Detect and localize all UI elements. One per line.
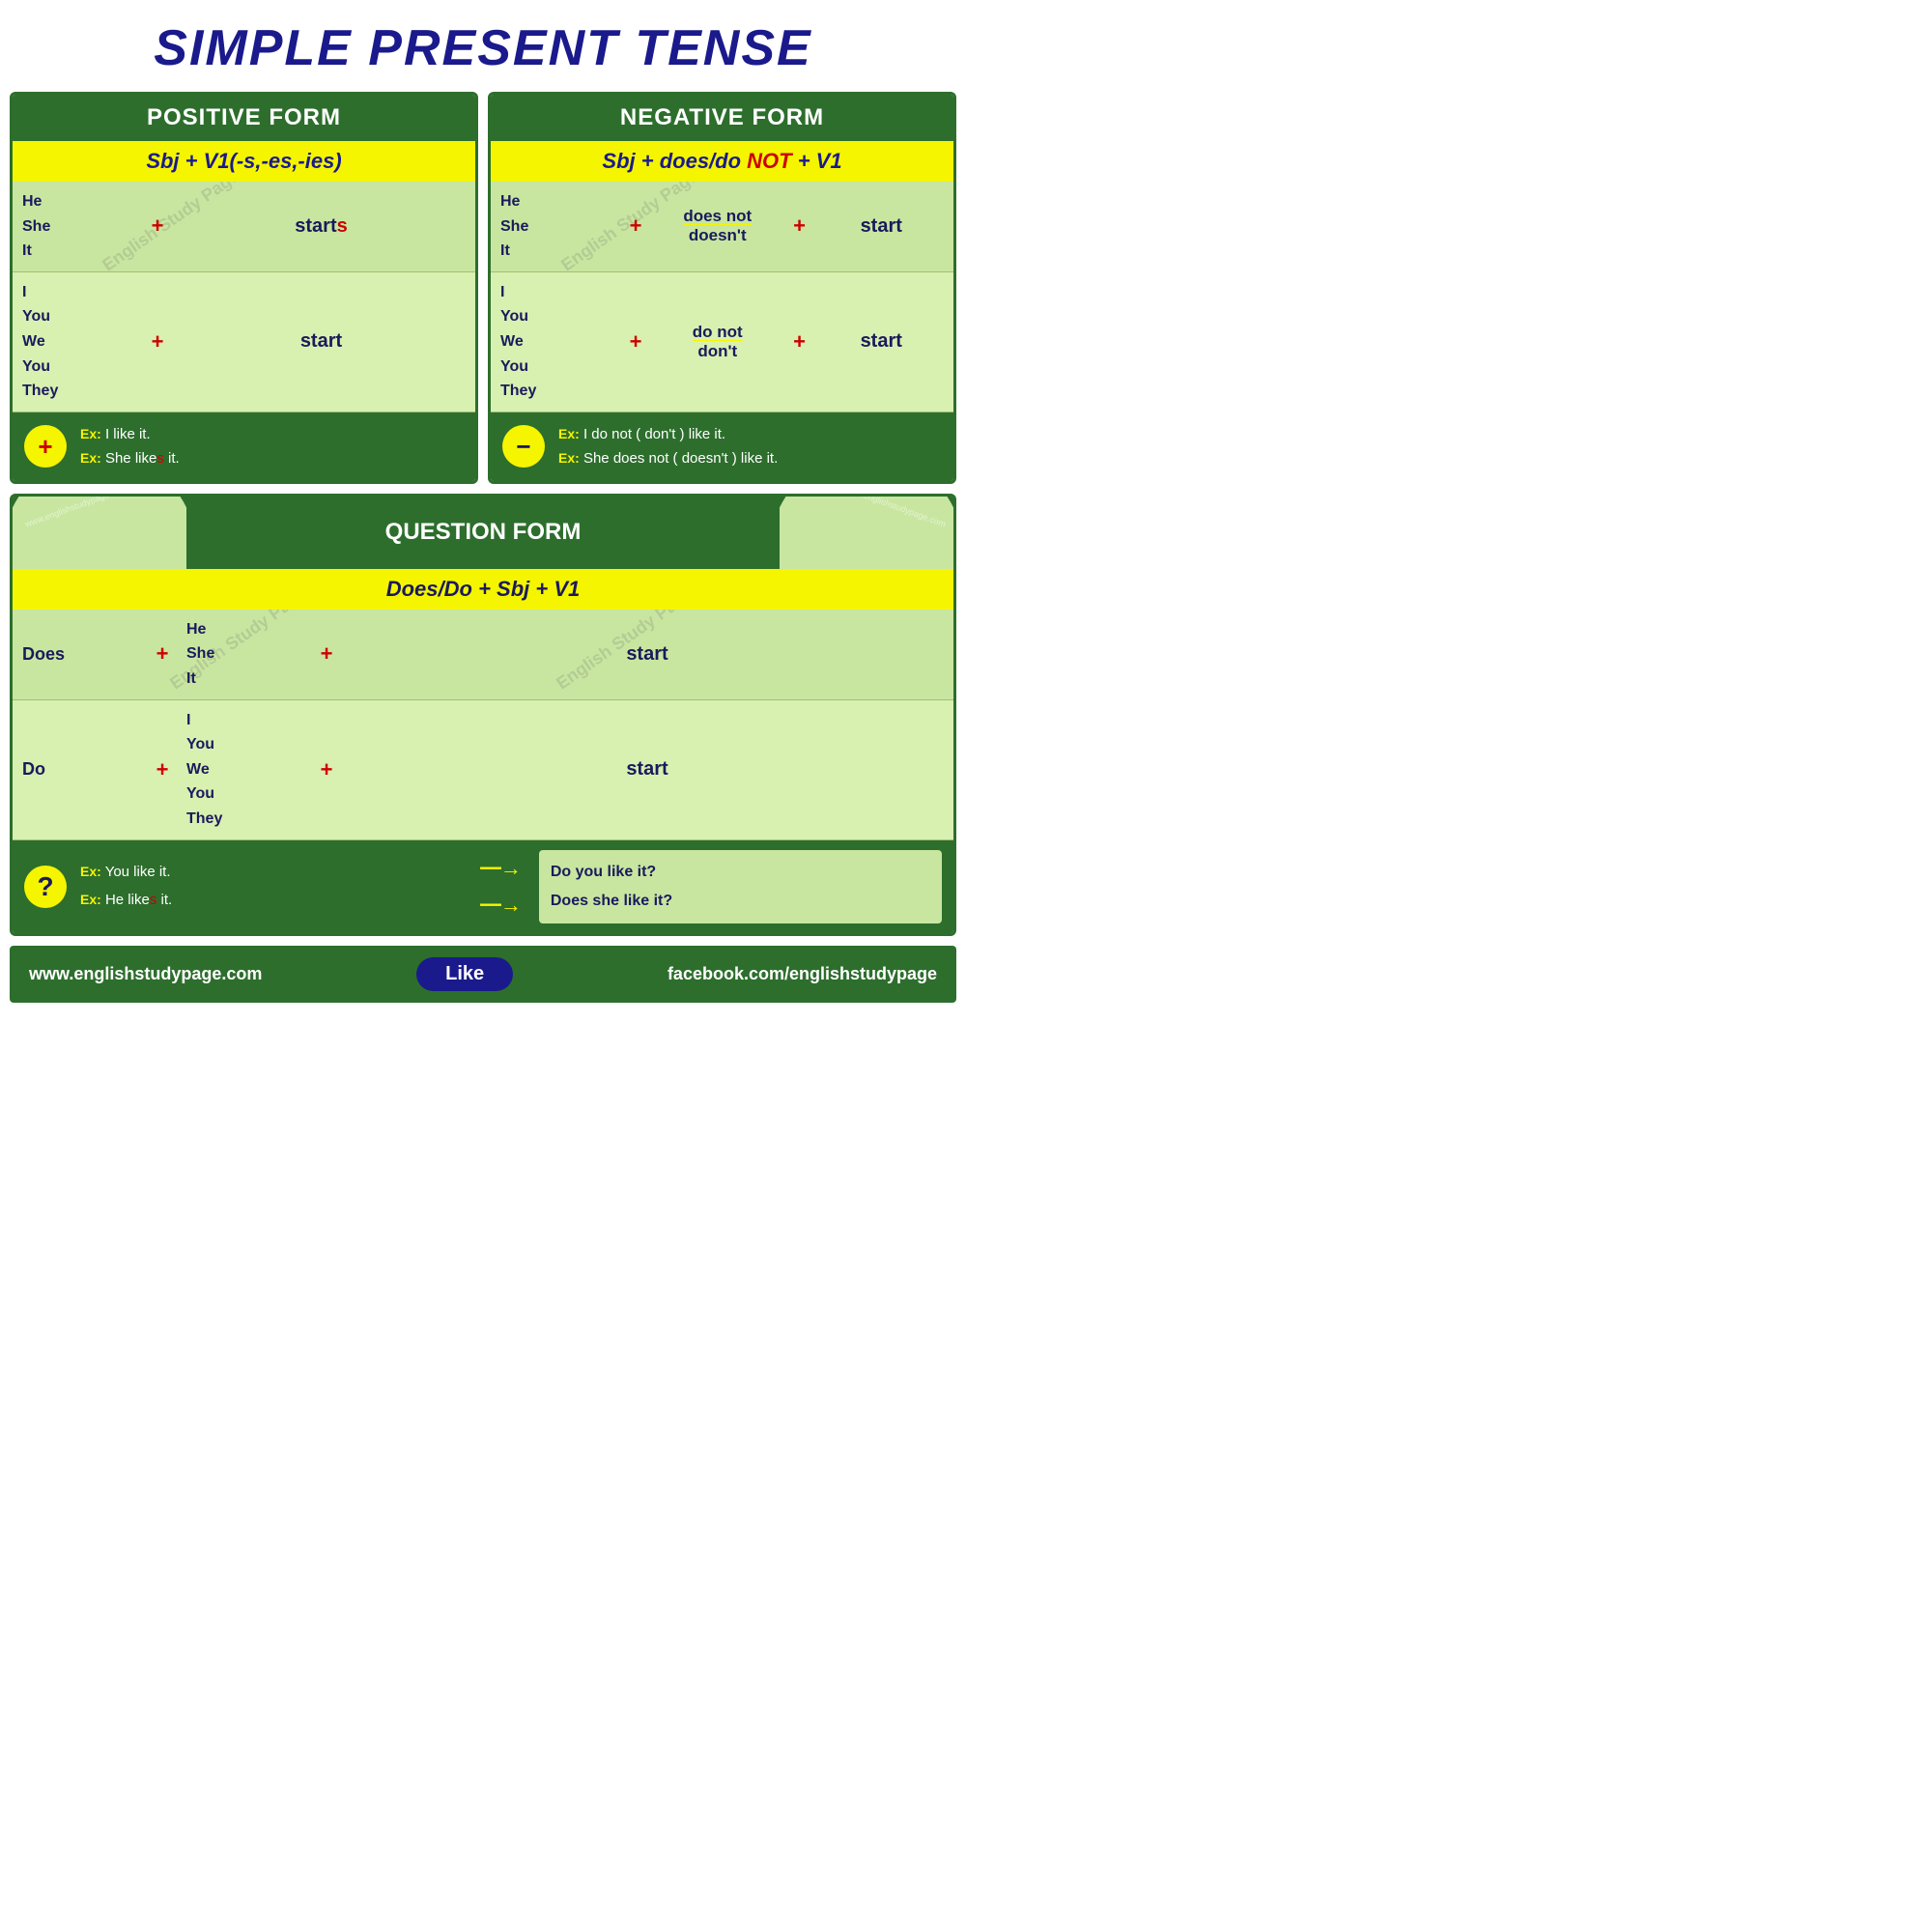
positive-header: POSITIVE FORM xyxy=(13,95,475,141)
negative-formula: Sbj + does/do NOT + V1 xyxy=(491,141,953,182)
q-ex-label-2: Ex: xyxy=(80,892,101,907)
arch-right: www.englishstudypage.com xyxy=(780,497,953,569)
neg-subject-he-she-it: HeSheIt xyxy=(500,189,616,264)
neg-plus-3: + xyxy=(616,329,655,355)
q-examples-left: Ex: You like it. Ex: He likes it. xyxy=(80,859,460,914)
arrow-1: −−→ xyxy=(479,856,520,881)
positive-formula-text: Sbj + V1(-s,-es,-ies) xyxy=(146,149,341,173)
does-not-text: does not xyxy=(655,207,781,226)
positive-example-bar: + Ex: I like it. Ex: She likes it. xyxy=(13,412,475,481)
plus-badge: + xyxy=(24,425,67,468)
question-formula-text: Does/Do + Sbj + V1 xyxy=(386,577,581,601)
question-example-bar: ? Ex: You like it. Ex: He likes it. −−→ … xyxy=(13,840,953,934)
question-badge: ? xyxy=(24,866,67,908)
q-result-2: Does she like it? xyxy=(551,887,930,916)
negative-header: NEGATIVE FORM xyxy=(491,95,953,141)
q-verb-start-2: start xyxy=(351,758,944,781)
plus-sign-1: + xyxy=(138,213,177,239)
q-do: Do xyxy=(22,759,138,780)
q-plus-3: + xyxy=(138,757,186,782)
positive-examples: Ex: I like it. Ex: She likes it. xyxy=(80,422,180,471)
verb-start: start xyxy=(177,330,466,353)
neg-subject-i-you-we-they: IYouWeYouThey xyxy=(500,280,616,404)
q-subject-i-you-we-they: IYouWeYouThey xyxy=(186,708,302,832)
minus-badge: − xyxy=(502,425,545,468)
negative-table: English Study Page HeSheIt + does not do… xyxy=(491,182,953,412)
arch-circle-right xyxy=(780,497,953,569)
negative-section: NEGATIVE FORM Sbj + does/do NOT + V1 Eng… xyxy=(488,92,956,484)
negative-examples: Ex: I do not ( don't ) like it. Ex: She … xyxy=(558,422,778,471)
q-plus-1: + xyxy=(138,641,186,667)
question-arrows: −−→ −−→ xyxy=(479,856,520,918)
ex-label-1: Ex: xyxy=(80,426,101,441)
positive-table: English Study Page HeSheIt + starts IYou… xyxy=(13,182,475,412)
footer: www.englishstudypage.com Like facebook.c… xyxy=(10,946,956,1003)
question-formula: Does/Do + Sbj + V1 xyxy=(13,569,953,610)
q-ex-label-1: Ex: xyxy=(80,864,101,879)
question-section: www.englishstudypage.com QUESTION FORM w… xyxy=(10,494,956,937)
q-verb-start-1: start xyxy=(351,643,944,666)
doesnt-text: doesn't xyxy=(655,226,781,245)
question-header-text: QUESTION FORM xyxy=(385,519,582,546)
q-table-row: Do + IYouWeYouThey + start xyxy=(13,700,953,840)
main-title: SIMPLE PRESENT TENSE xyxy=(10,10,956,92)
subject-i-you-we-they: IYouWeYouThey xyxy=(22,280,138,404)
neg-formula-end: + V1 xyxy=(792,149,842,173)
plus-sign-2: + xyxy=(138,329,177,355)
footer-right: facebook.com/englishstudypage xyxy=(668,964,937,984)
footer-left: www.englishstudypage.com xyxy=(29,964,262,984)
table-row: HeSheIt + does not doesn't + start xyxy=(491,182,953,272)
question-header: QUESTION FORM xyxy=(186,497,780,569)
arrow-2: −−→ xyxy=(479,893,520,918)
neg-do-not-col: do not don't xyxy=(655,323,781,361)
q-plus-2: + xyxy=(302,641,351,667)
q-result-1: Do you like it? xyxy=(551,858,930,887)
neg-verb-start-2: start xyxy=(819,330,945,353)
neg-formula-not: NOT xyxy=(747,149,791,173)
arch-left: www.englishstudypage.com xyxy=(13,497,186,569)
q-examples-right: Do you like it? Does she like it? xyxy=(539,850,942,924)
neg-verb-start-1: start xyxy=(819,215,945,238)
like-button[interactable]: Like xyxy=(416,957,513,991)
question-table: English Study Page English Study Page Do… xyxy=(13,610,953,840)
q-plus-4: + xyxy=(302,757,351,782)
neg-ex-label-2: Ex: xyxy=(558,450,580,466)
question-examples: Ex: You like it. Ex: He likes it. −−→ −−… xyxy=(80,850,942,924)
neg-plus-1: + xyxy=(616,213,655,239)
table-row: HeSheIt + starts xyxy=(13,182,475,272)
q-table-row: Does + HeSheIt + start xyxy=(13,610,953,700)
table-row: IYouWeYouThey + start xyxy=(13,272,475,412)
table-row: IYouWeYouThey + do not don't + start xyxy=(491,272,953,412)
neg-ex-label-1: Ex: xyxy=(558,426,580,441)
dont-text: don't xyxy=(655,342,781,361)
q-does: Does xyxy=(22,644,138,665)
q-ex-s: s xyxy=(150,892,157,908)
question-header-row: www.englishstudypage.com QUESTION FORM w… xyxy=(13,497,953,569)
neg-plus-2: + xyxy=(781,213,819,239)
q-subject-he-she-it: HeSheIt xyxy=(186,617,302,692)
neg-does-not-col: does not doesn't xyxy=(655,207,781,245)
ex-label-2: Ex: xyxy=(80,450,101,466)
positive-section: POSITIVE FORM Sbj + V1(-s,-es,-ies) Engl… xyxy=(10,92,478,484)
neg-plus-4: + xyxy=(781,329,819,355)
subject-he-she-it: HeSheIt xyxy=(22,189,138,264)
arch-circle-left xyxy=(13,497,186,569)
neg-formula-main: Sbj + does/do xyxy=(602,149,747,173)
negative-example-bar: − Ex: I do not ( don't ) like it. Ex: Sh… xyxy=(491,412,953,481)
do-not-text: do not xyxy=(655,323,781,342)
positive-formula: Sbj + V1(-s,-es,-ies) xyxy=(13,141,475,182)
verb-starts: starts xyxy=(177,215,466,238)
